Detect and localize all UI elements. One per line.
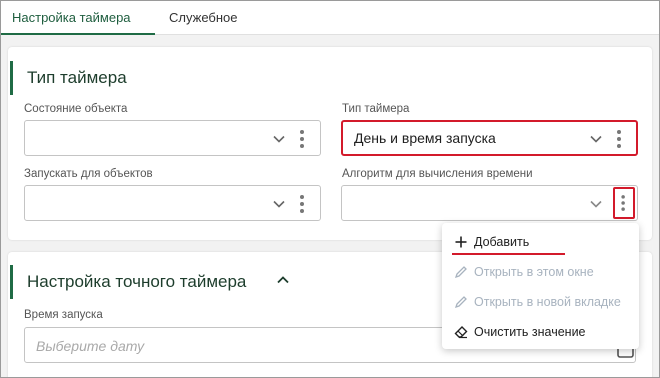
- menu-item-open-new-tab-label: Открыть в новой вкладке: [474, 295, 621, 309]
- start-time-placeholder: Выберите дату: [36, 338, 145, 354]
- menu-item-open-new-tab[interactable]: Открыть в новой вкладке: [442, 287, 639, 317]
- eraser-icon: [454, 326, 468, 339]
- section-accent-bar: [10, 265, 13, 299]
- start-time-label: Время запуска: [24, 309, 103, 321]
- time-algorithm-label: Алгоритм для вычисления времени: [342, 168, 533, 180]
- timer-type-value: День и время запуска: [354, 130, 496, 146]
- timer-type-card: Тип таймера Состояние объекта Тип таймер…: [8, 47, 652, 240]
- more-options-icon[interactable]: [617, 192, 631, 214]
- more-options-icon[interactable]: [294, 193, 310, 215]
- menu-item-add[interactable]: Добавить: [442, 227, 639, 257]
- run-for-objects-select[interactable]: [24, 185, 321, 221]
- exact-timer-header[interactable]: Настройка точного таймера: [8, 265, 408, 299]
- plus-icon: [455, 236, 467, 248]
- chevron-down-icon[interactable]: [272, 132, 286, 146]
- menu-item-clear-value[interactable]: Очистить значение: [442, 317, 639, 347]
- window-frame: Настройка таймера Служебное Тип таймера …: [0, 0, 660, 378]
- more-options-icon[interactable]: [611, 128, 627, 150]
- tab-bar: Настройка таймера Служебное: [1, 1, 659, 35]
- menu-item-clear-value-label: Очистить значение: [474, 325, 586, 339]
- more-options-button-active[interactable]: [613, 187, 635, 219]
- tab-timer-settings[interactable]: Настройка таймера: [1, 1, 155, 35]
- timer-type-header: Тип таймера: [8, 61, 408, 95]
- menu-item-add-label: Добавить: [474, 235, 530, 249]
- menu-item-open-here[interactable]: Открыть в этом окне: [442, 257, 639, 287]
- timer-type-select[interactable]: День и время запуска: [341, 120, 638, 156]
- exact-timer-title: Настройка точного таймера: [27, 272, 247, 291]
- chevron-down-icon[interactable]: [589, 132, 603, 146]
- object-state-label: Состояние объекта: [24, 103, 128, 115]
- red-underline-marker: [452, 253, 565, 255]
- tab-service[interactable]: Служебное: [169, 1, 238, 35]
- pencil-icon: [454, 296, 467, 309]
- more-options-icon[interactable]: [294, 128, 310, 150]
- run-for-objects-label: Запускать для объектов: [24, 168, 153, 180]
- menu-item-open-here-label: Открыть в этом окне: [474, 265, 594, 279]
- object-state-select[interactable]: [24, 120, 321, 156]
- section-accent-bar: [10, 61, 13, 95]
- chevron-up-icon[interactable]: [276, 273, 290, 287]
- time-algorithm-select[interactable]: [341, 185, 638, 221]
- timer-type-label: Тип таймера: [342, 103, 410, 115]
- timer-type-title: Тип таймера: [27, 68, 127, 87]
- chevron-down-icon[interactable]: [272, 197, 286, 211]
- pencil-icon: [454, 266, 467, 279]
- field-context-menu: Добавить Открыть в этом окне Открыть в н…: [442, 223, 639, 349]
- chevron-down-icon[interactable]: [589, 197, 603, 211]
